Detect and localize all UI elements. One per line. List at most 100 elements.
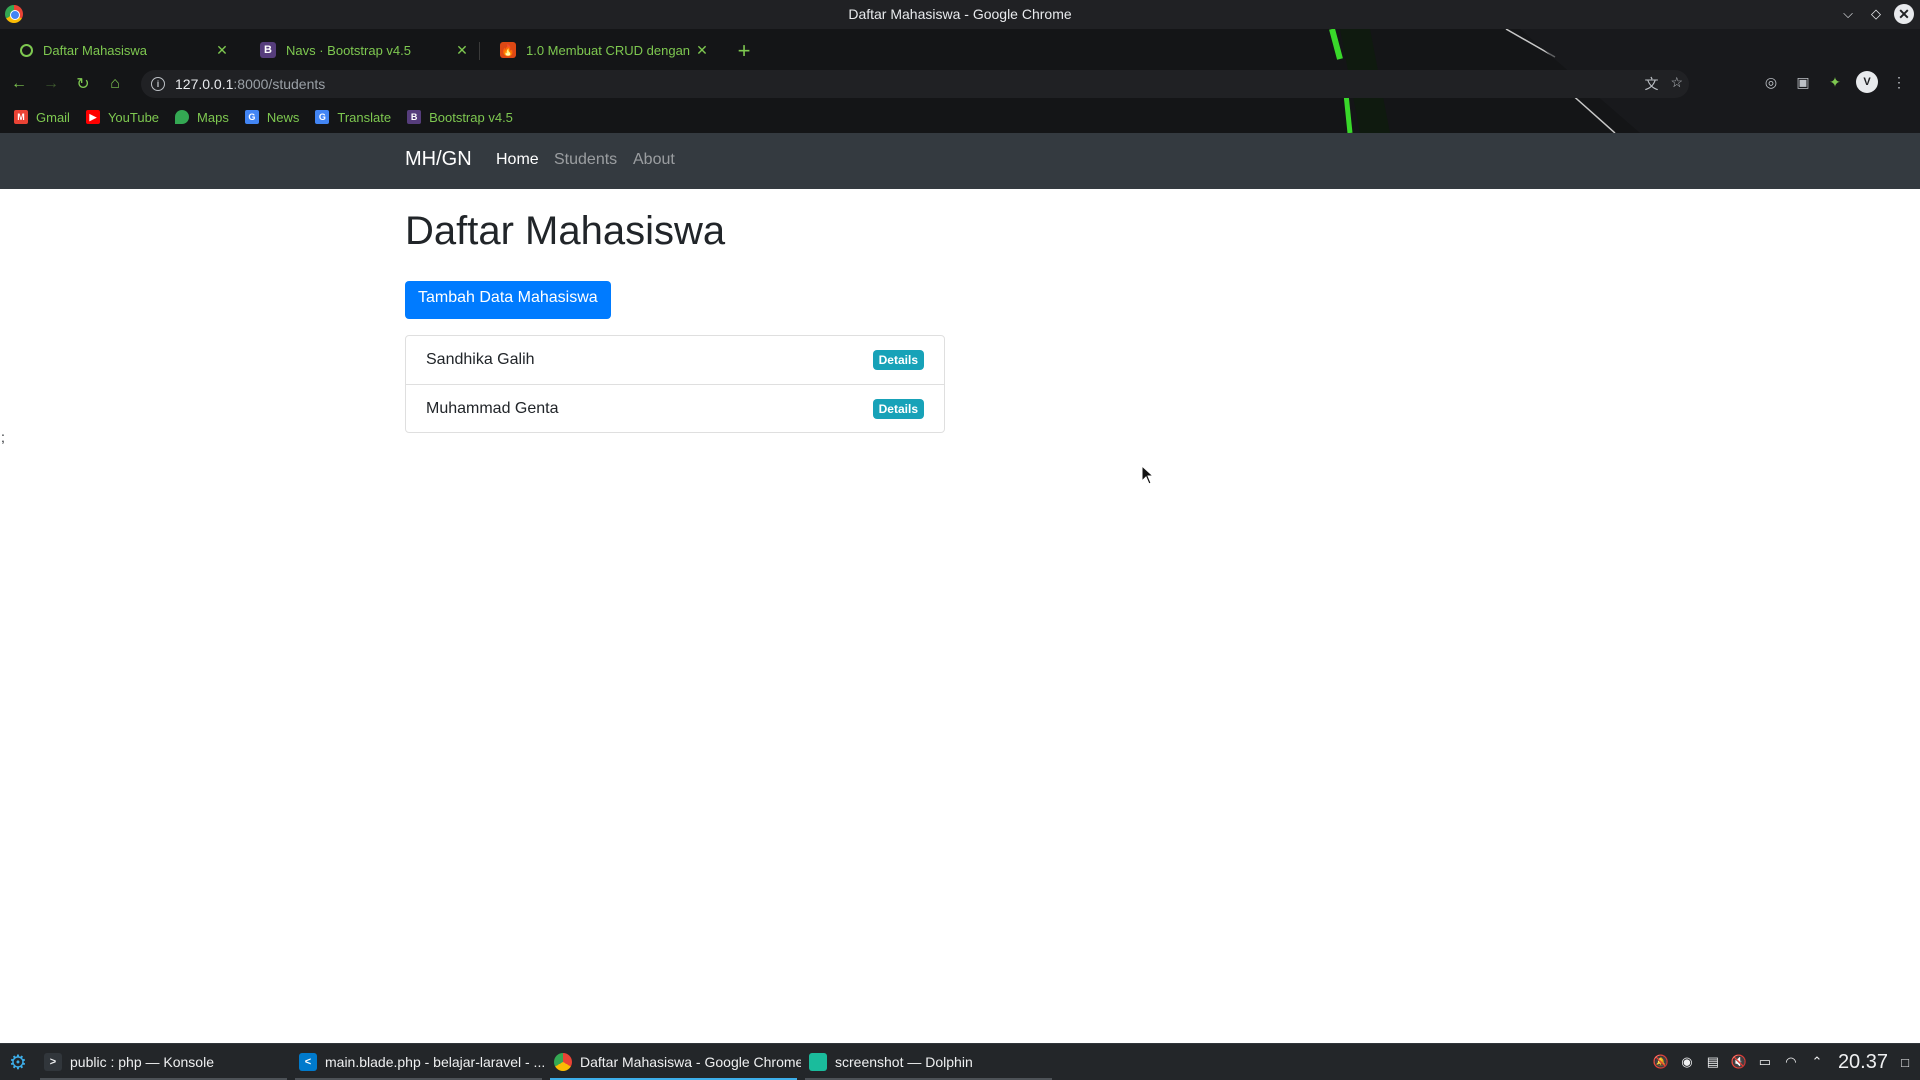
task-label: screenshot — Dolphin	[835, 1054, 973, 1070]
browser-chrome: Daftar Mahasiswa ✕ B Navs · Bootstrap v4…	[0, 29, 1920, 133]
nav-link-home[interactable]: Home	[496, 151, 539, 169]
browser-toolbar: ← → ↻ ⌂ i 127.0.0.1:8000/students 文 ☆ ◎ …	[0, 67, 1920, 101]
chrome-icon	[554, 1053, 572, 1071]
close-tab-icon[interactable]: ✕	[214, 42, 230, 59]
bookmark-maps[interactable]: Maps	[175, 110, 229, 125]
task-label: main.blade.php - belajar-laravel - ...	[325, 1054, 546, 1070]
close-window-icon[interactable]: ✕	[1894, 4, 1914, 24]
maximize-icon[interactable]: ◇	[1866, 4, 1886, 24]
clipboard-icon[interactable]: ▤	[1704, 1053, 1722, 1071]
site-info-icon[interactable]: i	[151, 77, 165, 91]
bookmark-translate[interactable]: G Translate	[315, 110, 391, 125]
codeigniter-icon: 🔥	[500, 42, 516, 58]
bookmark-bootstrap[interactable]: B Bootstrap v4.5	[407, 110, 513, 125]
minimize-icon[interactable]: ⌵	[1838, 4, 1858, 24]
youtube-icon: ▶	[85, 110, 100, 124]
translate-page-icon[interactable]: 文	[1644, 74, 1658, 94]
tab-label: Navs · Bootstrap v4.5	[286, 42, 411, 58]
task-dolphin[interactable]: screenshot — Dolphin	[801, 1044, 1056, 1080]
window-title: Daftar Mahasiswa - Google Chrome	[848, 6, 1072, 22]
task-label: Daftar Mahasiswa - Google Chrome	[580, 1054, 801, 1070]
bookmark-news[interactable]: G News	[244, 109, 300, 125]
bookmark-label: Gmail	[36, 109, 70, 125]
tab-strip: Daftar Mahasiswa ✕ B Navs · Bootstrap v4…	[0, 29, 758, 67]
bookmark-label: Bootstrap v4.5	[429, 109, 513, 125]
site-navbar: MH/GN Home Students About	[0, 133, 1920, 189]
notifications-off-icon[interactable]: 🔕	[1652, 1053, 1670, 1071]
profile-avatar-icon[interactable]: V	[1856, 71, 1878, 93]
bookmark-gmail[interactable]: M Gmail	[14, 110, 70, 125]
system-taskbar: ⚙ > public : php — Konsole < main.blade.…	[0, 1043, 1920, 1080]
maps-icon	[175, 110, 190, 124]
bookmark-label: YouTube	[107, 109, 160, 125]
add-student-button[interactable]: Tambah Data Mahasiswa	[405, 281, 611, 319]
new-tab-button[interactable]: +	[730, 37, 758, 65]
bootstrap-icon: B	[407, 110, 422, 124]
student-name: Muhammad Genta	[426, 399, 559, 417]
bookmark-label: News	[266, 109, 300, 125]
volume-muted-icon[interactable]: 🔇	[1730, 1053, 1748, 1071]
list-item: Sandhika Galih Details	[406, 336, 944, 384]
tab-crud-tutorial[interactable]: 🔥 1.0 Membuat CRUD dengan L ✕	[480, 33, 720, 67]
bookmark-label: Maps	[197, 109, 229, 125]
bookmarks-bar: M Gmail ▶ YouTube Maps G News G Translat…	[0, 101, 513, 133]
close-tab-icon[interactable]: ✕	[454, 42, 470, 59]
url-path: :8000/students	[233, 76, 326, 92]
gmail-icon: M	[14, 110, 28, 124]
navbar-brand[interactable]: MH/GN	[405, 148, 472, 171]
nav-link-about[interactable]: About	[633, 151, 675, 169]
news-icon: G	[244, 110, 259, 124]
bootstrap-icon: B	[260, 42, 276, 58]
task-konsole[interactable]: > public : php — Konsole	[36, 1044, 291, 1080]
bookmark-star-icon[interactable]: ☆	[1670, 74, 1683, 94]
window-controls: ⌵ ◇ ✕	[1838, 4, 1914, 24]
chrome-tray-icon[interactable]: ◉	[1678, 1053, 1696, 1071]
tab-daftar-mahasiswa[interactable]: Daftar Mahasiswa ✕	[0, 33, 240, 67]
bookmark-youtube[interactable]: ▶ YouTube	[85, 109, 160, 125]
page-title: Daftar Mahasiswa	[405, 209, 726, 253]
omnibox-actions: 文 ☆	[1644, 74, 1683, 94]
forward-icon[interactable]: →	[38, 71, 64, 97]
address-bar[interactable]: i 127.0.0.1:8000/students 文 ☆	[141, 70, 1689, 98]
details-badge-link[interactable]: Details	[872, 398, 924, 419]
task-vscode[interactable]: < main.blade.php - belajar-laravel - ...	[291, 1044, 546, 1080]
details-badge-link[interactable]: Details	[872, 350, 924, 370]
main-container: Daftar Mahasiswa Tambah Data Mahasiswa S…	[405, 189, 945, 433]
url-host: 127.0.0.1	[175, 76, 234, 92]
window-titlebar: Daftar Mahasiswa - Google Chrome ⌵ ◇ ✕	[0, 0, 1920, 29]
globe-icon	[20, 43, 33, 57]
terminal-icon: >	[44, 1053, 62, 1071]
close-tab-icon[interactable]: ✕	[694, 42, 710, 59]
page-viewport: MH/GN Home Students About ; Daftar Mahas…	[0, 133, 1920, 1043]
url-text[interactable]: 127.0.0.1:8000/students	[175, 76, 325, 92]
back-icon[interactable]: ←	[6, 71, 32, 97]
bookmark-label: Translate	[337, 109, 392, 125]
nav-link-students[interactable]: Students	[554, 151, 617, 169]
home-icon[interactable]: ⌂	[102, 71, 128, 97]
extension-icons: ◎ ▣ ✦ V ⋮	[1760, 71, 1910, 93]
screen-capture-icon[interactable]: ▣	[1792, 71, 1814, 93]
system-tray: 🔕 ◉ ▤ 🔇 ▭ ◠ ⌃ 20.37 □	[1652, 1044, 1914, 1080]
translate-icon: G	[315, 110, 330, 124]
chrome-menu-icon[interactable]: ⋮	[1888, 71, 1910, 93]
list-item: Muhammad Genta Details	[406, 384, 944, 432]
network-wifi-icon[interactable]: ◠	[1782, 1053, 1800, 1071]
tray-expand-icon[interactable]: ⌃	[1808, 1053, 1826, 1071]
student-list: Sandhika Galih Details Muhammad Genta De…	[405, 335, 945, 433]
show-desktop-icon[interactable]: □	[1896, 1053, 1914, 1071]
tab-label: 1.0 Membuat CRUD dengan L	[526, 42, 694, 58]
folder-icon	[809, 1053, 827, 1071]
task-chrome[interactable]: Daftar Mahasiswa - Google Chrome	[546, 1044, 801, 1080]
tab-label: Daftar Mahasiswa	[43, 42, 148, 58]
app-launcher-icon[interactable]: ⚙	[0, 1044, 36, 1080]
extensions-puzzle-icon[interactable]: ✦	[1824, 71, 1846, 93]
student-name: Sandhika Galih	[426, 351, 535, 368]
system-clock[interactable]: 20.37	[1838, 1051, 1888, 1074]
vscode-icon: <	[299, 1053, 317, 1071]
tab-bootstrap-navs[interactable]: B Navs · Bootstrap v4.5 ✕	[240, 33, 480, 67]
vpn-globe-icon[interactable]: ◎	[1760, 71, 1782, 93]
stray-text: ;	[1, 429, 5, 445]
reload-icon[interactable]: ↻	[70, 71, 96, 97]
task-label: public : php — Konsole	[70, 1054, 214, 1070]
display-icon[interactable]: ▭	[1756, 1053, 1774, 1071]
